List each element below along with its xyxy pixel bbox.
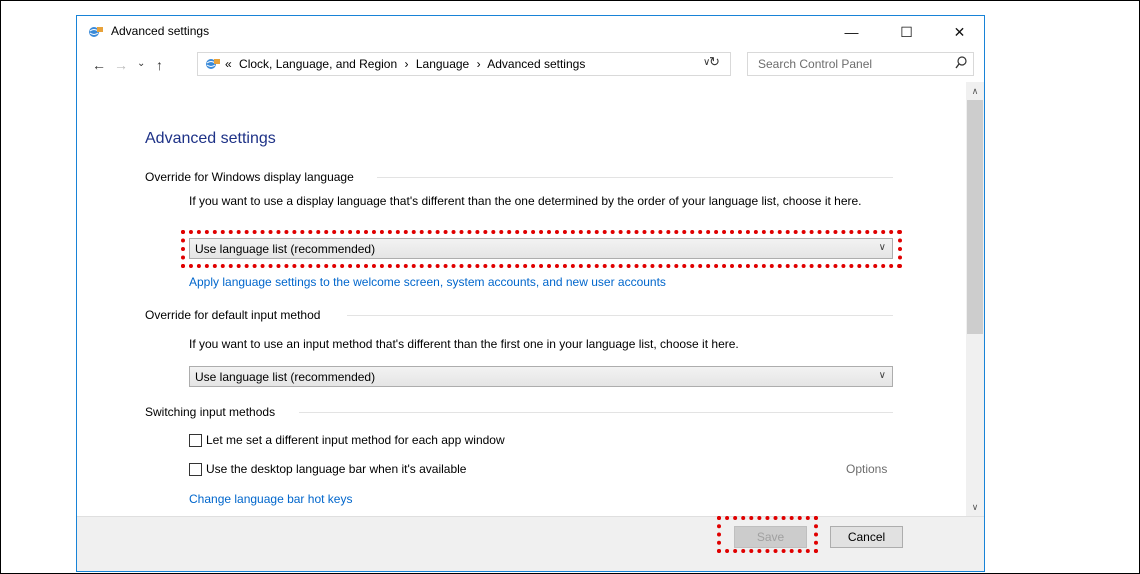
save-button[interactable]: Save <box>734 526 807 548</box>
content-area: Advanced settings Override for Windows d… <box>77 82 966 516</box>
footer-bar: Save Cancel <box>77 516 984 571</box>
minimize-icon: — <box>844 24 859 40</box>
close-icon: ✕ <box>953 23 966 40</box>
maximize-button[interactable]: ☐ <box>884 16 929 48</box>
breadcrumb-separator[interactable]: › <box>405 57 409 71</box>
breadcrumb-overflow[interactable]: « <box>225 57 232 71</box>
close-button[interactable]: ✕ <box>937 16 982 48</box>
chevron-down-icon: ∨ <box>878 370 886 381</box>
scrollbar-thumb[interactable] <box>967 100 983 334</box>
recent-locations-icon[interactable]: ⌄ <box>137 58 145 69</box>
back-icon[interactable]: ← <box>92 57 106 73</box>
input-method-select[interactable]: Use language list (recommended) ∨ <box>189 366 893 387</box>
title-bar: Advanced settings — ☐ ✕ <box>77 16 984 48</box>
group-divider <box>347 315 893 316</box>
apply-language-settings-link[interactable]: Apply language settings to the welcome s… <box>189 275 666 289</box>
maximize-icon: ☐ <box>900 23 913 40</box>
page-title: Advanced settings <box>145 130 276 147</box>
display-language-select[interactable]: Use language list (recommended) ∨ <box>189 238 893 259</box>
breadcrumb-item-clock-language-region[interactable]: Clock, Language, and Region <box>239 57 397 71</box>
per-app-input-checkbox-row[interactable]: Let me set a different input method for … <box>189 433 505 447</box>
language-bar-checkbox[interactable] <box>189 462 202 476</box>
language-bar-checkbox-row[interactable]: Use the desktop language bar when it's a… <box>189 462 466 476</box>
group-divider <box>299 412 893 413</box>
change-hotkeys-link[interactable]: Change language bar hot keys <box>189 492 352 506</box>
scroll-up-icon[interactable]: ∧ <box>966 82 984 100</box>
search-icon[interactable] <box>955 56 967 69</box>
vertical-scrollbar[interactable]: ∧ ∨ <box>966 82 984 516</box>
refresh-icon[interactable]: ↻ <box>709 54 720 70</box>
address-bar[interactable]: « Clock, Language, and Region › Language… <box>197 52 731 76</box>
minimize-button[interactable]: — <box>829 16 874 48</box>
display-language-description: If you want to use a display language th… <box>189 194 862 208</box>
group-divider <box>377 177 893 178</box>
language-globe-icon <box>89 27 103 37</box>
switching-group-label: Switching input methods <box>145 405 276 419</box>
display-language-group-label: Override for Windows display language <box>145 170 354 184</box>
cancel-button[interactable]: Cancel <box>830 526 903 548</box>
up-icon[interactable]: ↑ <box>156 57 163 73</box>
navigation-bar: ← → ⌄ ↑ « Clock, Language, and Region › … <box>77 48 984 82</box>
input-method-group-label: Override for default input method <box>145 308 321 322</box>
control-panel-icon <box>206 59 220 69</box>
search-box[interactable] <box>747 52 974 76</box>
advanced-settings-window: Advanced settings — ☐ ✕ ← → ⌄ ↑ « Clock,… <box>76 15 985 572</box>
chevron-down-icon: ∨ <box>878 242 886 253</box>
input-method-selected: Use language list (recommended) <box>195 370 376 384</box>
language-bar-label[interactable]: Use the desktop language bar when it's a… <box>206 462 466 476</box>
breadcrumb-separator[interactable]: › <box>477 57 481 71</box>
search-input[interactable] <box>748 53 950 75</box>
per-app-input-label[interactable]: Let me set a different input method for … <box>206 433 505 447</box>
display-language-selected: Use language list (recommended) <box>195 242 376 256</box>
breadcrumb: « Clock, Language, and Region › Language… <box>225 57 589 71</box>
per-app-input-checkbox[interactable] <box>189 433 202 447</box>
breadcrumb-item-language[interactable]: Language <box>416 57 469 71</box>
forward-icon[interactable]: → <box>114 57 128 73</box>
options-link[interactable]: Options <box>846 462 887 476</box>
scroll-down-icon[interactable]: ∨ <box>966 498 984 516</box>
input-method-description: If you want to use an input method that'… <box>189 337 739 351</box>
breadcrumb-item-advanced-settings[interactable]: Advanced settings <box>487 57 585 71</box>
window-title: Advanced settings <box>111 24 210 38</box>
